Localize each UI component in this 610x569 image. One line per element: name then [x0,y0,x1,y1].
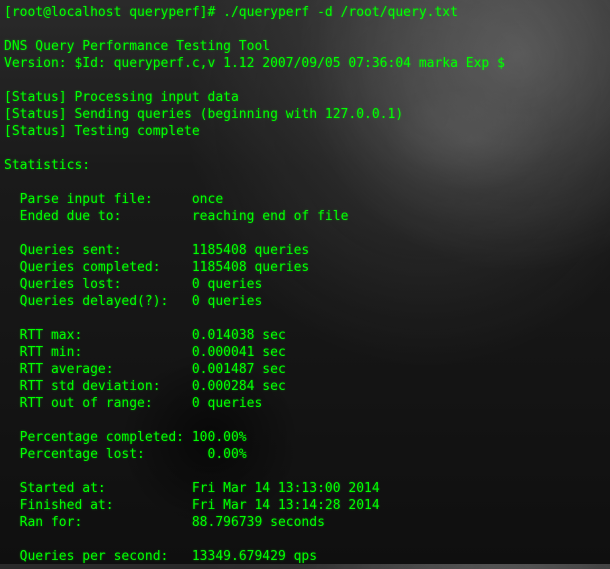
status-processing: [Status] Processing input data [4,89,606,106]
pad [168,294,191,309]
blank-line [4,72,606,89]
stat-lost: Queries lost: 0 queries [4,276,606,293]
stat-rtt-max: RTT max: 0.014038 sec [4,327,606,344]
stat-pct-completed: Percentage completed: 100.00% [4,429,606,446]
pad [121,277,191,292]
pad [106,481,192,496]
stat-completed: Queries completed: 1185408 queries [4,259,606,276]
tool-title: DNS Query Performance Testing Tool [4,38,606,55]
stat-finished: Finished at: Fri Mar 14 13:14:28 2014 [4,497,606,514]
blank-line [4,174,606,191]
blank-line [4,310,606,327]
stat-parse: Parse input file: once [4,191,606,208]
stat-rtt-min: RTT min: 0.000041 sec [4,344,606,361]
pad [82,328,192,343]
status-sending: [Status] Sending queries (beginning with… [4,106,606,123]
stat-sent: Queries sent: 1185408 queries [4,242,606,259]
stat-ran: Ran for: 88.796739 seconds [4,514,606,531]
pad [168,549,191,564]
stat-rtt-oor: RTT out of range: 0 queries [4,395,606,412]
tool-version: Version: $Id: queryperf.c,v 1.12 2007/09… [4,55,606,72]
pad [153,192,192,207]
prompt-line: [root@localhost queryperf]# ./queryperf … [4,4,606,21]
pad [114,362,192,377]
pad [145,447,192,462]
command-text: ./queryperf -d /root/query.txt [223,5,458,20]
pad [114,498,192,513]
pad [161,379,192,394]
blank-line [4,531,606,548]
stat-delayed: Queries delayed(?): 0 queries [4,293,606,310]
stat-pct-lost: Percentage lost: 0.00% [4,446,606,463]
blank-line [4,225,606,242]
prompt-prefix: [root@localhost queryperf]# [4,5,223,20]
pad [184,430,192,445]
pad [161,260,192,275]
blank-line [4,21,606,38]
pad [82,345,192,360]
statistics-header: Statistics: [4,157,606,174]
terminal-output[interactable]: [root@localhost queryperf]# ./queryperf … [0,0,610,569]
status-complete: [Status] Testing complete [4,123,606,140]
blank-line [4,140,606,157]
pad [121,209,191,224]
pad [82,515,192,530]
blank-line [4,412,606,429]
blank-line [4,463,606,480]
stat-started: Started at: Fri Mar 14 13:13:00 2014 [4,480,606,497]
stat-rtt-avg: RTT average: 0.001487 sec [4,361,606,378]
stat-qps: Queries per second: 13349.679429 qps [4,548,606,565]
pad [153,396,192,411]
stat-rtt-std: RTT std deviation: 0.000284 sec [4,378,606,395]
pad [121,243,191,258]
stat-ended: Ended due to: reaching end of file [4,208,606,225]
